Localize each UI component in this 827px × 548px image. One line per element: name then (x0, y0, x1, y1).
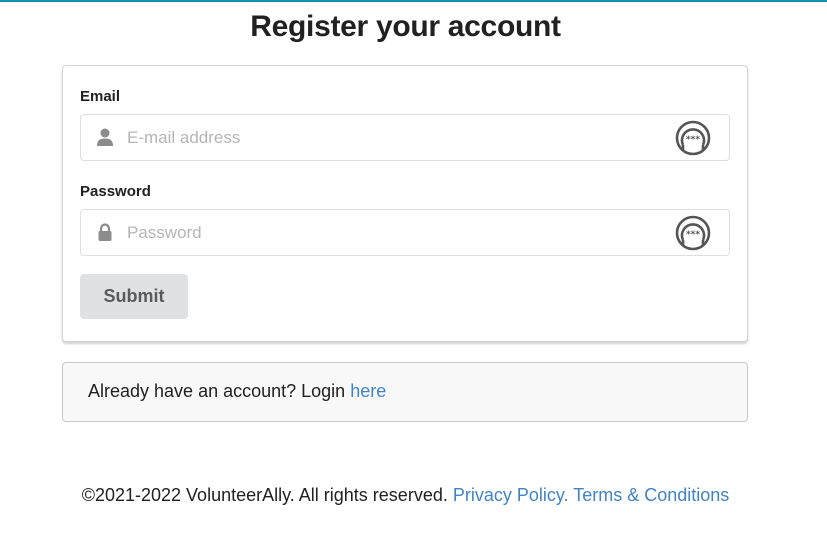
email-label: Email (80, 88, 121, 105)
user-icon (97, 128, 113, 146)
terms-link[interactable]: Terms & Conditions (573, 485, 729, 505)
password-manager-icon[interactable]: *** (675, 215, 711, 251)
register-form: Email *** Password *** Submit (62, 65, 748, 342)
email-input[interactable] (127, 115, 667, 160)
password-input[interactable] (127, 210, 667, 255)
login-prompt-panel: Already have an account? Login here (62, 362, 748, 422)
login-prompt-text: Already have an account? Login (88, 381, 351, 401)
login-prompt: Already have an account? Login here (88, 381, 386, 402)
footer: ©2021-2022 VolunteerAlly. All rights res… (0, 485, 811, 506)
password-field[interactable]: *** (80, 209, 730, 256)
privacy-policy-link[interactable]: Privacy Policy. (453, 485, 569, 505)
top-accent-line (0, 0, 827, 2)
password-label: Password (80, 183, 151, 200)
svg-text:***: *** (686, 135, 700, 145)
lock-icon (98, 223, 112, 241)
copyright-text: ©2021-2022 VolunteerAlly. All rights res… (81, 485, 453, 505)
submit-button[interactable]: Submit (80, 274, 188, 319)
password-manager-icon[interactable]: *** (675, 120, 711, 156)
svg-text:***: *** (686, 230, 700, 240)
page-title: Register your account (250, 10, 561, 43)
email-field[interactable]: *** (80, 114, 730, 161)
login-link[interactable]: here (350, 381, 386, 401)
